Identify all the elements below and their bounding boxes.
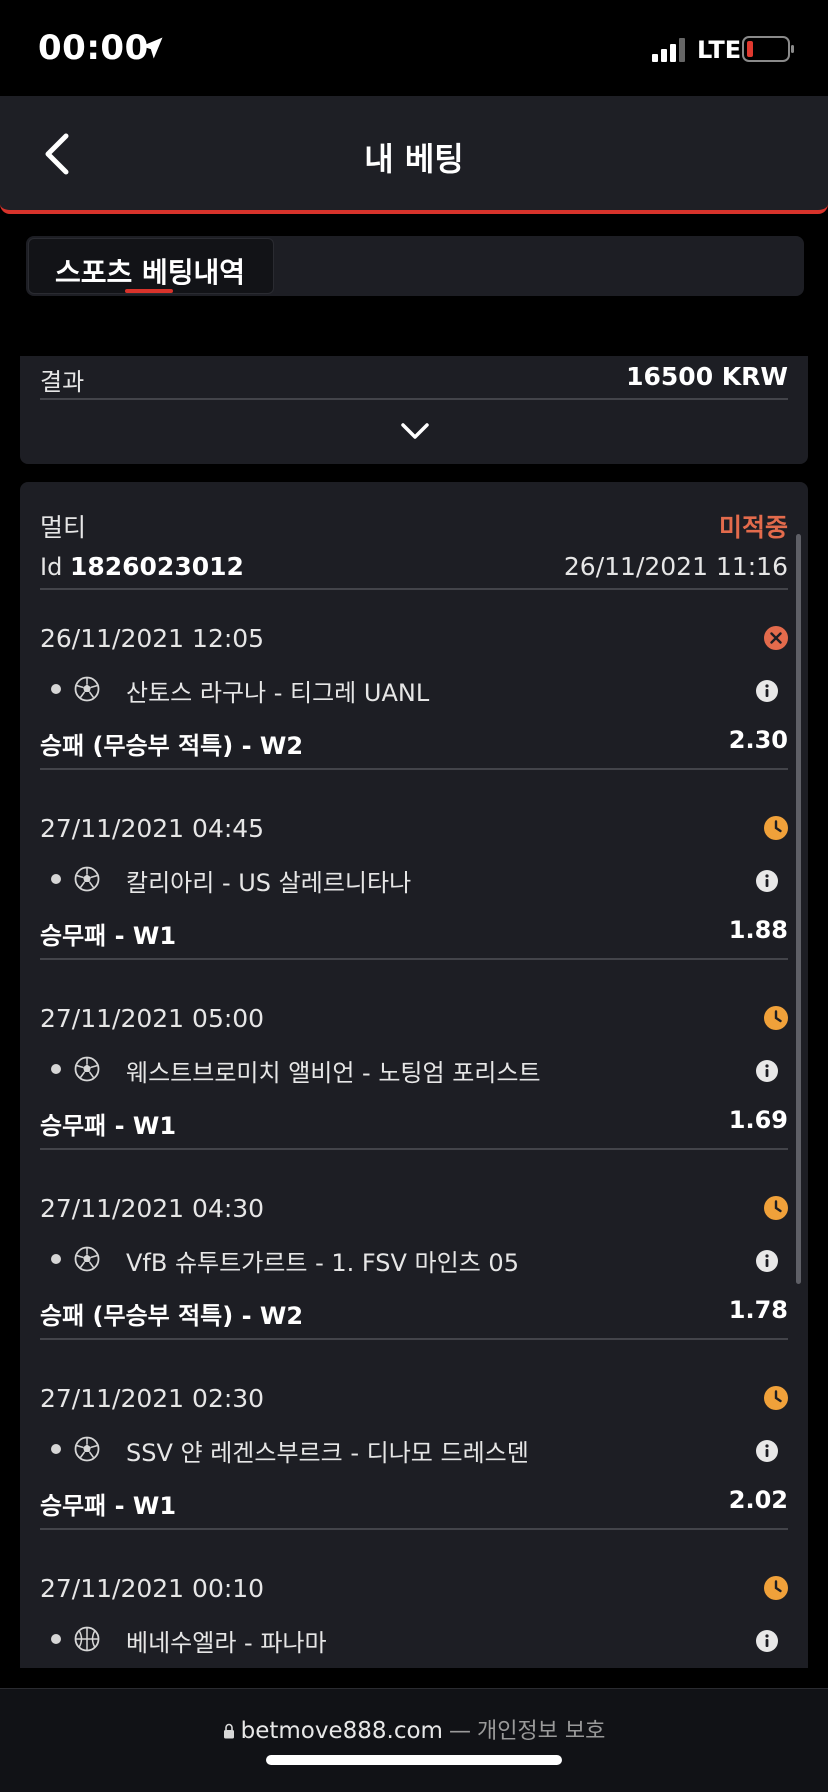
event-odds: 2.30 [728, 726, 788, 754]
tab-label: 스포츠 베팅내역 [55, 256, 246, 289]
event-match: SSV 얀 레겐스부르크 - 디나모 드레스덴 [126, 1439, 529, 1467]
event-odds: 1.78 [728, 1296, 788, 1324]
event-row: 26/11/2021 12:05 산토스 라구나 - 티그레 UANL 승패 (… [20, 590, 808, 780]
bullet-dot [51, 1444, 61, 1454]
divider [40, 1148, 788, 1150]
event-row: 27/11/2021 04:30 VfB 슈투트가르트 - 1. FSV 마인츠… [20, 1160, 808, 1350]
event-time: 27/11/2021 02:30 [40, 1384, 265, 1413]
event-odds: 2.02 [728, 1486, 788, 1514]
basketball-icon [74, 1626, 100, 1652]
event-row: 27/11/2021 00:10 베네수엘라 - 파나마 [20, 1540, 808, 1668]
summary-card: 결과 16500 KRW [20, 356, 808, 464]
tab-sports-betting-history[interactable]: 스포츠 베팅내역 [28, 238, 274, 294]
event-market: 승무패 - W1 [40, 1492, 177, 1520]
divider [40, 1528, 788, 1530]
bet-date: 26/11/2021 11:16 [563, 552, 788, 581]
footer-privacy: 개인정보 보호 [476, 1719, 606, 1744]
lock-icon [223, 1723, 234, 1739]
bullet-dot [51, 1064, 61, 1074]
event-time: 26/11/2021 12:05 [40, 624, 265, 653]
event-match: 웨스트브로미치 앨비언 - 노팅엄 포리스트 [126, 1059, 541, 1087]
event-match: 베네수엘라 - 파나마 [126, 1629, 327, 1657]
tabs-bar: 스포츠 베팅내역 [26, 236, 804, 296]
status-time: 00:00 [38, 28, 149, 68]
soccer-ball-icon [74, 1056, 100, 1082]
soccer-ball-icon [74, 866, 100, 892]
location-arrow-icon [141, 37, 163, 59]
bet-status-badge: 미적중 [718, 513, 788, 542]
scrollbar[interactable] [796, 534, 801, 1284]
footer-address[interactable]: betmove888.com — 개인정보 보호 [0, 1713, 828, 1745]
event-odds: 1.88 [728, 916, 788, 944]
info-icon[interactable] [756, 680, 778, 702]
info-icon[interactable] [756, 1250, 778, 1272]
footer-separator: — [448, 1719, 471, 1744]
event-time: 27/11/2021 00:10 [40, 1574, 265, 1603]
chevron-down-icon[interactable] [400, 420, 430, 442]
network-label: LTE [697, 36, 742, 64]
pending-clock-icon [764, 816, 788, 840]
page-title: 내 베팅 [364, 140, 464, 178]
divider [40, 398, 788, 400]
info-icon[interactable] [756, 1630, 778, 1652]
event-row: 27/11/2021 02:30 SSV 얀 레겐스부르크 - 디나모 드레스덴… [20, 1350, 808, 1540]
event-time: 27/11/2021 04:45 [40, 814, 265, 843]
lost-x-icon [764, 626, 788, 650]
footer-domain: betmove888.com [240, 1718, 443, 1744]
divider [40, 958, 788, 960]
tab-active-indicator [125, 289, 173, 293]
bet-id-label: Id [40, 553, 63, 581]
summary-label: 결과 [40, 368, 85, 396]
event-match: VfB 슈투트가르트 - 1. FSV 마인츠 05 [126, 1249, 519, 1277]
event-time: 27/11/2021 04:30 [40, 1194, 265, 1223]
status-bar: 00:00 LTE [0, 0, 828, 96]
browser-footer: betmove888.com — 개인정보 보호 [0, 1688, 828, 1792]
event-market: 승패 (무승부 적특) - W2 [40, 1302, 304, 1330]
event-time: 27/11/2021 05:00 [40, 1004, 265, 1033]
event-market: 승무패 - W1 [40, 922, 177, 950]
bullet-dot [51, 684, 61, 694]
app-header: 내 베팅 [0, 96, 828, 214]
pending-clock-icon [764, 1576, 788, 1600]
info-icon[interactable] [756, 1440, 778, 1462]
pending-clock-icon [764, 1386, 788, 1410]
summary-value: 16500 KRW [626, 362, 788, 391]
divider [40, 768, 788, 770]
bet-card: 멀티 미적중 Id 1826023012 26/11/2021 11:16 26… [20, 482, 808, 1668]
event-row: 27/11/2021 05:00 웨스트브로미치 앨비언 - 노팅엄 포리스트 … [20, 970, 808, 1160]
battery-icon [742, 36, 794, 62]
bet-type: 멀티 [40, 513, 87, 542]
event-list: 26/11/2021 12:05 산토스 라구나 - 티그레 UANL 승패 (… [20, 590, 808, 1668]
soccer-ball-icon [74, 1246, 100, 1272]
soccer-ball-icon [74, 1436, 100, 1462]
pending-clock-icon [764, 1196, 788, 1220]
info-icon[interactable] [756, 870, 778, 892]
soccer-ball-icon [74, 676, 100, 702]
bet-id: Id 1826023012 [40, 552, 244, 581]
home-indicator[interactable] [266, 1755, 562, 1765]
pending-clock-icon [764, 1006, 788, 1030]
info-icon[interactable] [756, 1060, 778, 1082]
event-market: 승무패 - W1 [40, 1112, 177, 1140]
event-match: 칼리아리 - US 살레르니타나 [126, 869, 412, 897]
divider [40, 1338, 788, 1340]
bet-id-value: 1826023012 [69, 552, 244, 581]
event-row: 27/11/2021 04:45 칼리아리 - US 살레르니타나 승무패 - … [20, 780, 808, 970]
event-match: 산토스 라구나 - 티그레 UANL [126, 679, 430, 707]
signal-icon [652, 38, 685, 62]
bullet-dot [51, 1634, 61, 1644]
event-market: 승패 (무승부 적특) - W2 [40, 732, 304, 760]
bullet-dot [51, 1254, 61, 1264]
event-odds: 1.69 [728, 1106, 788, 1134]
bullet-dot [51, 874, 61, 884]
